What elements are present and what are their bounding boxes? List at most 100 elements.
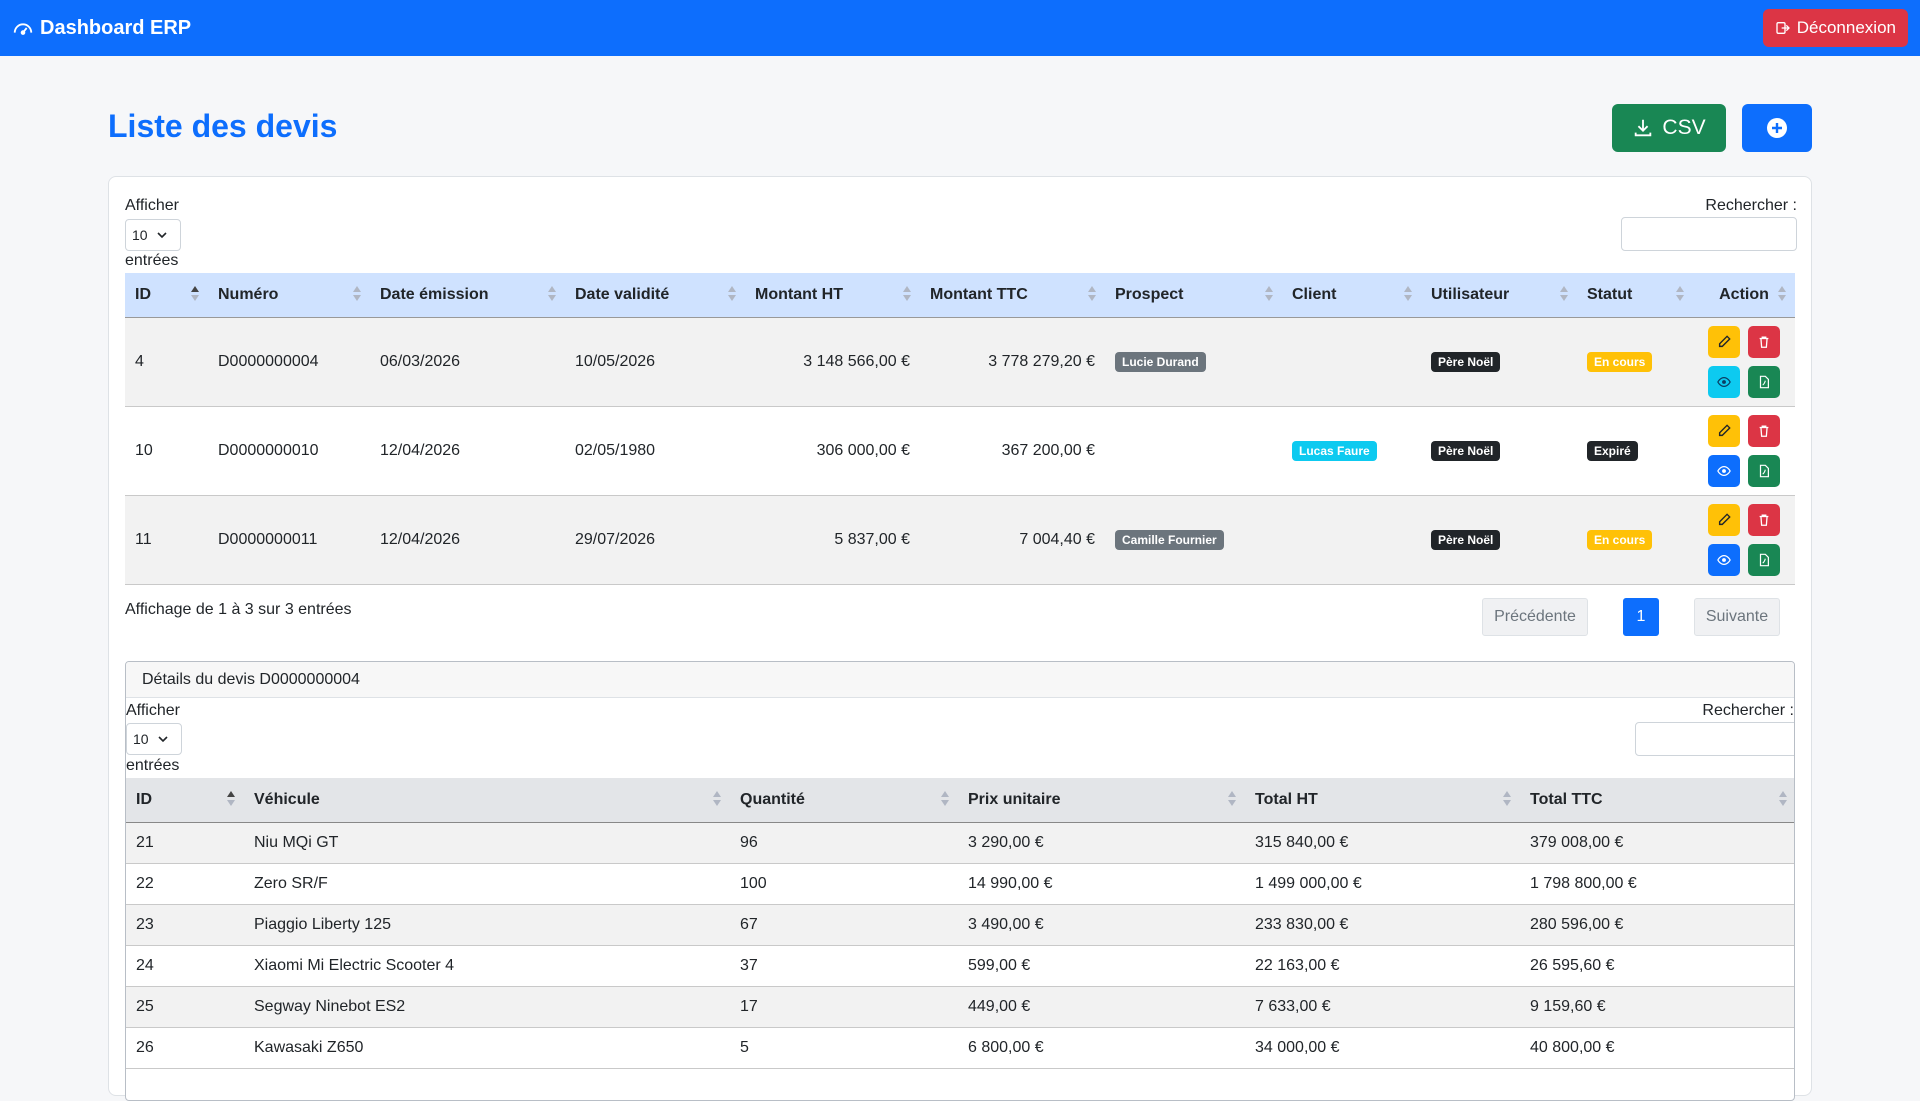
cell-quantite: 100 — [730, 863, 958, 905]
table-row: 25 Segway Ninebot ES2 17 449,00 €7 633,00 €… — [126, 986, 1794, 1028]
cell-id: 21 — [126, 822, 244, 864]
details-page-size-select[interactable]: 10 — [126, 723, 182, 755]
file-icon — [1759, 553, 1769, 566]
search-input[interactable] — [1621, 217, 1797, 251]
col-numero[interactable]: Numéro — [208, 273, 370, 318]
details-page-size-value: 10 — [133, 731, 149, 747]
cell-date-validite: 10/05/2026 — [565, 317, 745, 407]
top-navbar: Dashboard ERP Déconnexion — [0, 0, 1920, 56]
col-date-emission[interactable]: Date émission — [370, 273, 565, 318]
cell-actions — [1693, 495, 1795, 585]
cell-total-ht: 22 163,00 € — [1245, 945, 1520, 987]
col-id[interactable]: ID — [126, 778, 244, 823]
cell-montant-ttc: 7 004,40 € — [920, 495, 1105, 585]
sort-icon — [727, 285, 737, 305]
col-id[interactable]: ID — [125, 273, 208, 318]
cell-prix-unitaire: 3 490,00 € — [958, 904, 1245, 946]
delete-button[interactable] — [1748, 414, 1780, 447]
user-badge: Père Noël — [1431, 440, 1501, 461]
speedometer-icon — [13, 23, 33, 35]
cell-total-ttc: 1 798 800,00 € — [1520, 863, 1794, 905]
cell-vehicule: Kawasaki Z650 — [244, 1027, 730, 1069]
status-badge: Expiré — [1587, 440, 1638, 461]
col-montant-ttc[interactable]: Montant TTC — [920, 273, 1105, 318]
quote-details-panel: Détails du devis D0000000004 Afficher 10… — [125, 661, 1795, 1101]
cell-total-ttc: 40 800,00 € — [1520, 1027, 1794, 1069]
sort-icon — [1227, 790, 1237, 810]
plus-circle-icon — [1767, 118, 1787, 138]
page-1-button[interactable]: 1 — [1623, 598, 1659, 636]
cell-vehicule: Segway Ninebot ES2 — [244, 986, 730, 1028]
pagination: Précédente 1 Suivante — [1482, 598, 1780, 636]
col-vehicule[interactable]: Véhicule — [244, 778, 730, 823]
col-total-ht[interactable]: Total HT — [1245, 778, 1520, 823]
cell-total-ttc: 379 008,00 € — [1520, 822, 1794, 864]
page-size-value: 10 — [132, 227, 148, 243]
edit-button[interactable] — [1708, 325, 1740, 358]
cell-utilisateur: Père Noël — [1421, 495, 1577, 585]
csv-label: CSV — [1662, 116, 1706, 139]
details-table-header: ID Véhicule Quantité Prix unitaire Total… — [126, 778, 1794, 823]
view-button[interactable] — [1708, 454, 1740, 487]
delete-button[interactable] — [1748, 503, 1780, 536]
prospect-badge: Lucie Durand — [1115, 351, 1206, 372]
col-montant-ht[interactable]: Montant HT — [745, 273, 920, 318]
pdf-button[interactable] — [1748, 454, 1780, 487]
add-quote-button[interactable] — [1742, 104, 1812, 152]
table-row: 26 Kawasaki Z650 5 6 800,00 €34 000,00 €40 … — [126, 1027, 1794, 1069]
previous-page-button[interactable]: Précédente — [1482, 598, 1588, 636]
cell-id: 26 — [126, 1027, 244, 1069]
view-button[interactable] — [1708, 365, 1740, 398]
details-search-label: Rechercher : — [1702, 702, 1794, 719]
cell-prospect — [1105, 406, 1282, 496]
sort-icon — [902, 285, 912, 305]
delete-button[interactable] — [1748, 325, 1780, 358]
eye-icon — [1717, 465, 1731, 476]
edit-button[interactable] — [1708, 414, 1740, 447]
pencil-icon — [1718, 334, 1731, 347]
next-page-button[interactable]: Suivante — [1694, 598, 1780, 636]
col-prix-unitaire[interactable]: Prix unitaire — [958, 778, 1245, 823]
cell-total-ht: 233 830,00 € — [1245, 904, 1520, 946]
pdf-button[interactable] — [1748, 365, 1780, 398]
col-client[interactable]: Client — [1282, 273, 1421, 318]
sort-icon — [547, 285, 557, 305]
cell-id: 23 — [126, 904, 244, 946]
cell-quantite: 96 — [730, 822, 958, 864]
user-badge: Père Noël — [1431, 529, 1501, 550]
eye-icon — [1717, 376, 1731, 387]
cell-date-validite: 29/07/2026 — [565, 495, 745, 585]
pdf-button[interactable] — [1748, 543, 1780, 576]
cell-client — [1282, 317, 1421, 407]
col-quantite[interactable]: Quantité — [730, 778, 958, 823]
cell-date-emission: 12/04/2026 — [370, 406, 565, 496]
export-csv-button[interactable]: CSV — [1612, 104, 1726, 152]
brand[interactable]: Dashboard ERP — [12, 17, 191, 40]
view-button[interactable] — [1708, 543, 1740, 576]
cell-vehicule: Piaggio Liberty 125 — [244, 904, 730, 946]
cell-utilisateur: Père Noël — [1421, 317, 1577, 407]
table-row: 10 D0000000010 12/04/2026 02/05/1980 306… — [125, 406, 1795, 496]
cell-prospect: Lucie Durand — [1105, 317, 1282, 407]
trash-icon — [1759, 514, 1769, 526]
quotes-table: ID Numéro Date émission Date validité Mo… — [125, 273, 1795, 585]
quotes-table-header: ID Numéro Date émission Date validité Mo… — [125, 273, 1795, 318]
col-total-ttc[interactable]: Total TTC — [1520, 778, 1794, 823]
col-statut[interactable]: Statut — [1577, 273, 1693, 318]
cell-vehicule: Xiaomi Mi Electric Scooter 4 — [244, 945, 730, 987]
details-search-input[interactable] — [1635, 722, 1794, 756]
logout-button[interactable]: Déconnexion — [1762, 9, 1908, 47]
cell-id: 22 — [126, 863, 244, 905]
cell-date-validite: 02/05/1980 — [565, 406, 745, 496]
cell-total-ttc: 9 159,60 € — [1520, 986, 1794, 1028]
col-date-validite[interactable]: Date validité — [565, 273, 745, 318]
col-utilisateur[interactable]: Utilisateur — [1421, 273, 1577, 318]
cell-id: 10 — [125, 406, 208, 496]
prospect-badge: Camille Fournier — [1115, 529, 1224, 550]
col-prospect[interactable]: Prospect — [1105, 273, 1282, 318]
logout-label: Déconnexion — [1796, 18, 1896, 37]
sort-icon — [1777, 285, 1787, 305]
cell-client: Lucas Faure — [1282, 406, 1421, 496]
page-size-select[interactable]: 10 — [125, 219, 181, 251]
edit-button[interactable] — [1708, 503, 1740, 536]
